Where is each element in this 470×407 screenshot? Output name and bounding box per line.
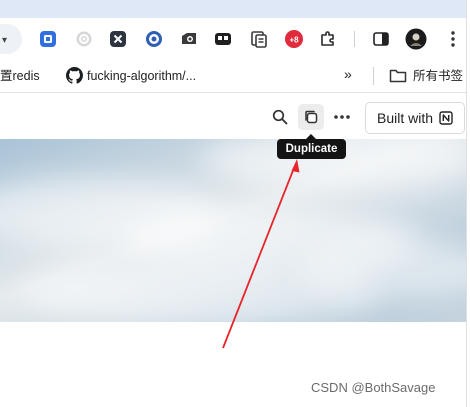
watermark: CSDN @BothSavage bbox=[311, 380, 436, 395]
annotation-arrow bbox=[222, 159, 300, 349]
window-edge bbox=[466, 0, 470, 407]
